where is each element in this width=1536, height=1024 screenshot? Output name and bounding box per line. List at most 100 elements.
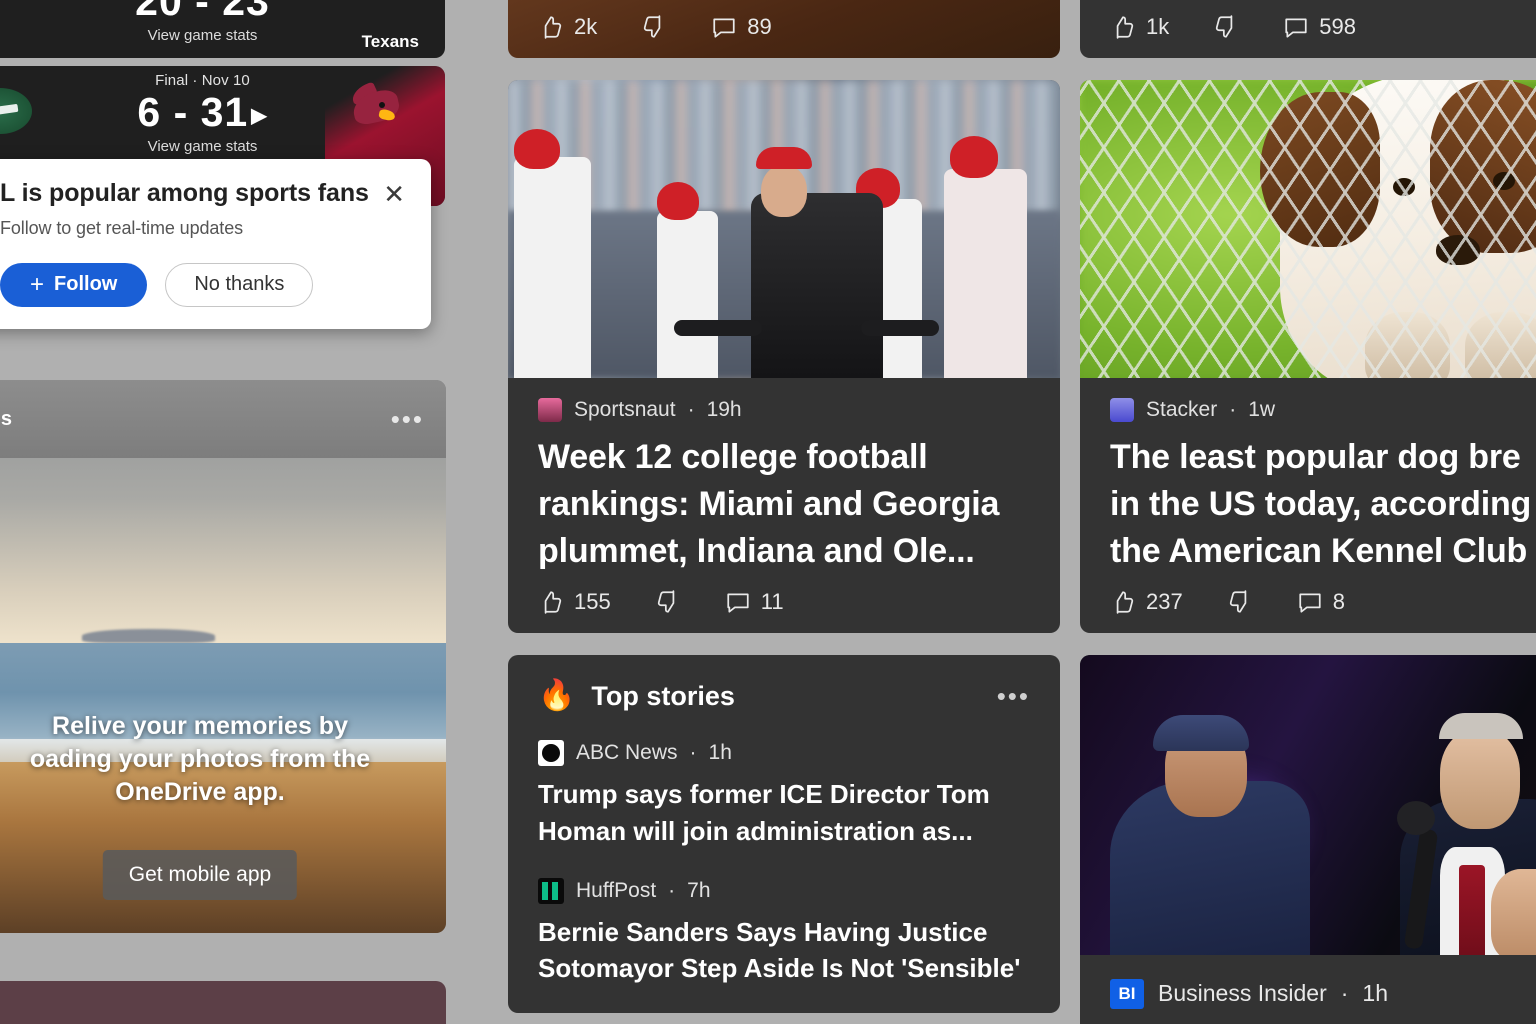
source-separator: · bbox=[1229, 398, 1237, 421]
headline-line-2: Homan will join administration as... bbox=[538, 815, 973, 846]
headline-line-1: Week 12 college football bbox=[538, 438, 928, 476]
dislike-button[interactable] bbox=[1213, 14, 1239, 40]
onedrive-photos-card[interactable]: tos ••• Relive your memories by oading y… bbox=[0, 380, 446, 933]
story-source-row: ABC News · 1h bbox=[538, 739, 1030, 766]
no-thanks-button[interactable]: No thanks bbox=[165, 262, 314, 307]
more-options-icon[interactable]: ••• bbox=[391, 406, 424, 432]
story-source-row: HuffPost · 7h bbox=[538, 877, 1030, 904]
news-card-partial-top[interactable]: 1k 598 bbox=[1080, 0, 1536, 58]
home-team-name: Texans bbox=[361, 32, 419, 51]
article-headline[interactable]: Week 12 college football rankings: Miami… bbox=[508, 422, 1060, 575]
publish-time: 19h bbox=[706, 398, 742, 421]
headline-line-2: rankings: Miami and Georgia bbox=[538, 484, 1000, 523]
publish-time: 1h bbox=[1362, 980, 1389, 1007]
comment-button[interactable]: 11 bbox=[725, 589, 784, 615]
top-stories-header: 🔥 Top stories ••• bbox=[508, 655, 1060, 712]
headline-line-3: plummet, Indiana and Ole... bbox=[538, 531, 975, 570]
news-card-college-football[interactable]: Sportsnaut · 19h Week 12 college footbal… bbox=[508, 80, 1060, 633]
abc-news-logo-icon bbox=[538, 739, 564, 766]
source-name: Sportsnaut bbox=[574, 398, 676, 421]
caption-line-2: oading your photos from the bbox=[29, 745, 371, 773]
dislike-button[interactable] bbox=[641, 14, 667, 40]
comment-count: 8 bbox=[1332, 588, 1345, 614]
like-count: 1k bbox=[1146, 14, 1170, 39]
score-card-texans[interactable]: 20 - 23 View game stats ns Texans bbox=[0, 0, 445, 58]
like-button[interactable]: 155 bbox=[538, 589, 611, 615]
photos-card-caption: Relive your memories by oading your phot… bbox=[0, 710, 446, 809]
article-thumbnail bbox=[1080, 80, 1536, 378]
headline-line-1: Trump says former ICE Director Tom bbox=[538, 778, 990, 809]
source-name: HuffPost bbox=[576, 878, 657, 902]
traffic-incidents-card[interactable]: ffic incidents ⌄ ••• bbox=[0, 981, 446, 1024]
reaction-bar: 2k 89 bbox=[508, 0, 1060, 58]
close-icon[interactable]: ✕ bbox=[381, 181, 407, 207]
news-card-business-insider[interactable]: BI Business Insider · 1h bbox=[1080, 654, 1536, 1024]
news-card-partial-top[interactable]: 2k 89 bbox=[508, 0, 1060, 58]
business-insider-logo-icon: BI bbox=[1110, 978, 1144, 1009]
article-source-row: Stacker · 1w bbox=[1080, 378, 1536, 422]
thumbs-down-icon bbox=[644, 15, 661, 38]
follow-button[interactable]: + Follow bbox=[0, 262, 148, 307]
thumbs-up-icon bbox=[544, 16, 562, 39]
like-button[interactable]: 237 bbox=[1110, 589, 1183, 615]
top-story-item[interactable]: ABC News · 1h Trump says former ICE Dire… bbox=[508, 739, 1060, 850]
comment-count: 89 bbox=[747, 14, 772, 39]
follow-prompt-popup: L is popular among sports fans ✕ Follow … bbox=[0, 159, 431, 329]
thumbs-down-icon bbox=[1229, 590, 1247, 613]
photos-card-header: tos ••• bbox=[0, 380, 446, 458]
headline-line-2: in the US today, according bbox=[1110, 484, 1532, 523]
play-caret-icon[interactable]: ▶ bbox=[251, 105, 267, 127]
comment-button[interactable]: 8 bbox=[1297, 589, 1345, 615]
news-card-dog-breeds[interactable]: Stacker · 1w The least popular dog bre i… bbox=[1080, 80, 1536, 633]
source-name: Stacker bbox=[1146, 398, 1218, 421]
article-source-row: BI Business Insider · 1h bbox=[1080, 955, 1536, 1024]
source-separator: · bbox=[668, 878, 676, 902]
dislike-button[interactable] bbox=[1227, 589, 1253, 615]
more-options-icon[interactable]: ••• bbox=[997, 683, 1030, 709]
comment-icon bbox=[713, 18, 735, 38]
publish-time: 7h bbox=[687, 878, 711, 902]
source-separator: · bbox=[687, 398, 695, 421]
like-count: 2k bbox=[574, 14, 598, 39]
comment-count: 11 bbox=[760, 588, 784, 614]
comment-button[interactable]: 89 bbox=[711, 14, 772, 40]
source-name: Business Insider bbox=[1158, 980, 1327, 1007]
stacker-logo-icon bbox=[1110, 398, 1134, 422]
score-number: 6 - 31 bbox=[137, 89, 249, 135]
popup-subtitle: Follow to get real-time updates bbox=[0, 217, 244, 238]
article-source-row: Sportsnaut · 19h bbox=[508, 378, 1060, 422]
dislike-button[interactable] bbox=[655, 589, 681, 615]
source-separator: · bbox=[689, 740, 697, 764]
story-headline[interactable]: Bernie Sanders Says Having Justice Sotom… bbox=[538, 914, 1030, 988]
thumbs-up-icon bbox=[1116, 591, 1134, 614]
like-button[interactable]: 2k bbox=[538, 14, 597, 40]
comment-button[interactable]: 598 bbox=[1283, 14, 1356, 40]
reaction-bar: 155 11 bbox=[508, 575, 1060, 633]
plus-icon: + bbox=[30, 270, 45, 298]
story-headline[interactable]: Trump says former ICE Director Tom Homan… bbox=[538, 776, 1030, 850]
article-thumbnail bbox=[508, 80, 1060, 378]
top-stories-title: Top stories bbox=[591, 680, 735, 711]
middle-column: 2k 89 Sportsnaut · 19h Week 12 college f… bbox=[508, 0, 1060, 1024]
like-button[interactable]: 1k bbox=[1110, 14, 1169, 40]
caption-line-1: Relive your memories by bbox=[52, 712, 348, 740]
headline-line-3: the American Kennel Club bbox=[1110, 531, 1528, 570]
thumbs-up-icon bbox=[544, 591, 562, 614]
top-story-item[interactable]: HuffPost · 7h Bernie Sanders Says Having… bbox=[508, 877, 1060, 988]
like-count: 237 bbox=[1146, 588, 1183, 614]
flame-icon: 🔥 bbox=[538, 679, 576, 713]
huffpost-logo-icon bbox=[538, 877, 564, 904]
article-headline[interactable]: The least popular dog bre in the US toda… bbox=[1080, 422, 1536, 575]
photos-card-title: tos bbox=[0, 407, 12, 430]
score-value: 20 - 23 bbox=[135, 0, 270, 24]
view-game-stats-link[interactable]: View game stats bbox=[0, 138, 427, 155]
right-column: 1k 598 Stacker · 1w The least popular do… bbox=[1080, 0, 1536, 1024]
publish-time: 1h bbox=[708, 740, 732, 764]
top-stories-card: 🔥 Top stories ••• ABC News · 1h Trump sa… bbox=[508, 654, 1060, 1014]
thumbs-down-icon bbox=[1216, 15, 1233, 38]
source-name: ABC News bbox=[576, 740, 678, 764]
caption-line-3: OneDrive app. bbox=[115, 778, 285, 806]
comment-icon bbox=[1285, 18, 1307, 38]
get-mobile-app-button[interactable]: Get mobile app bbox=[102, 850, 298, 900]
reaction-bar: 237 8 bbox=[1080, 575, 1536, 633]
